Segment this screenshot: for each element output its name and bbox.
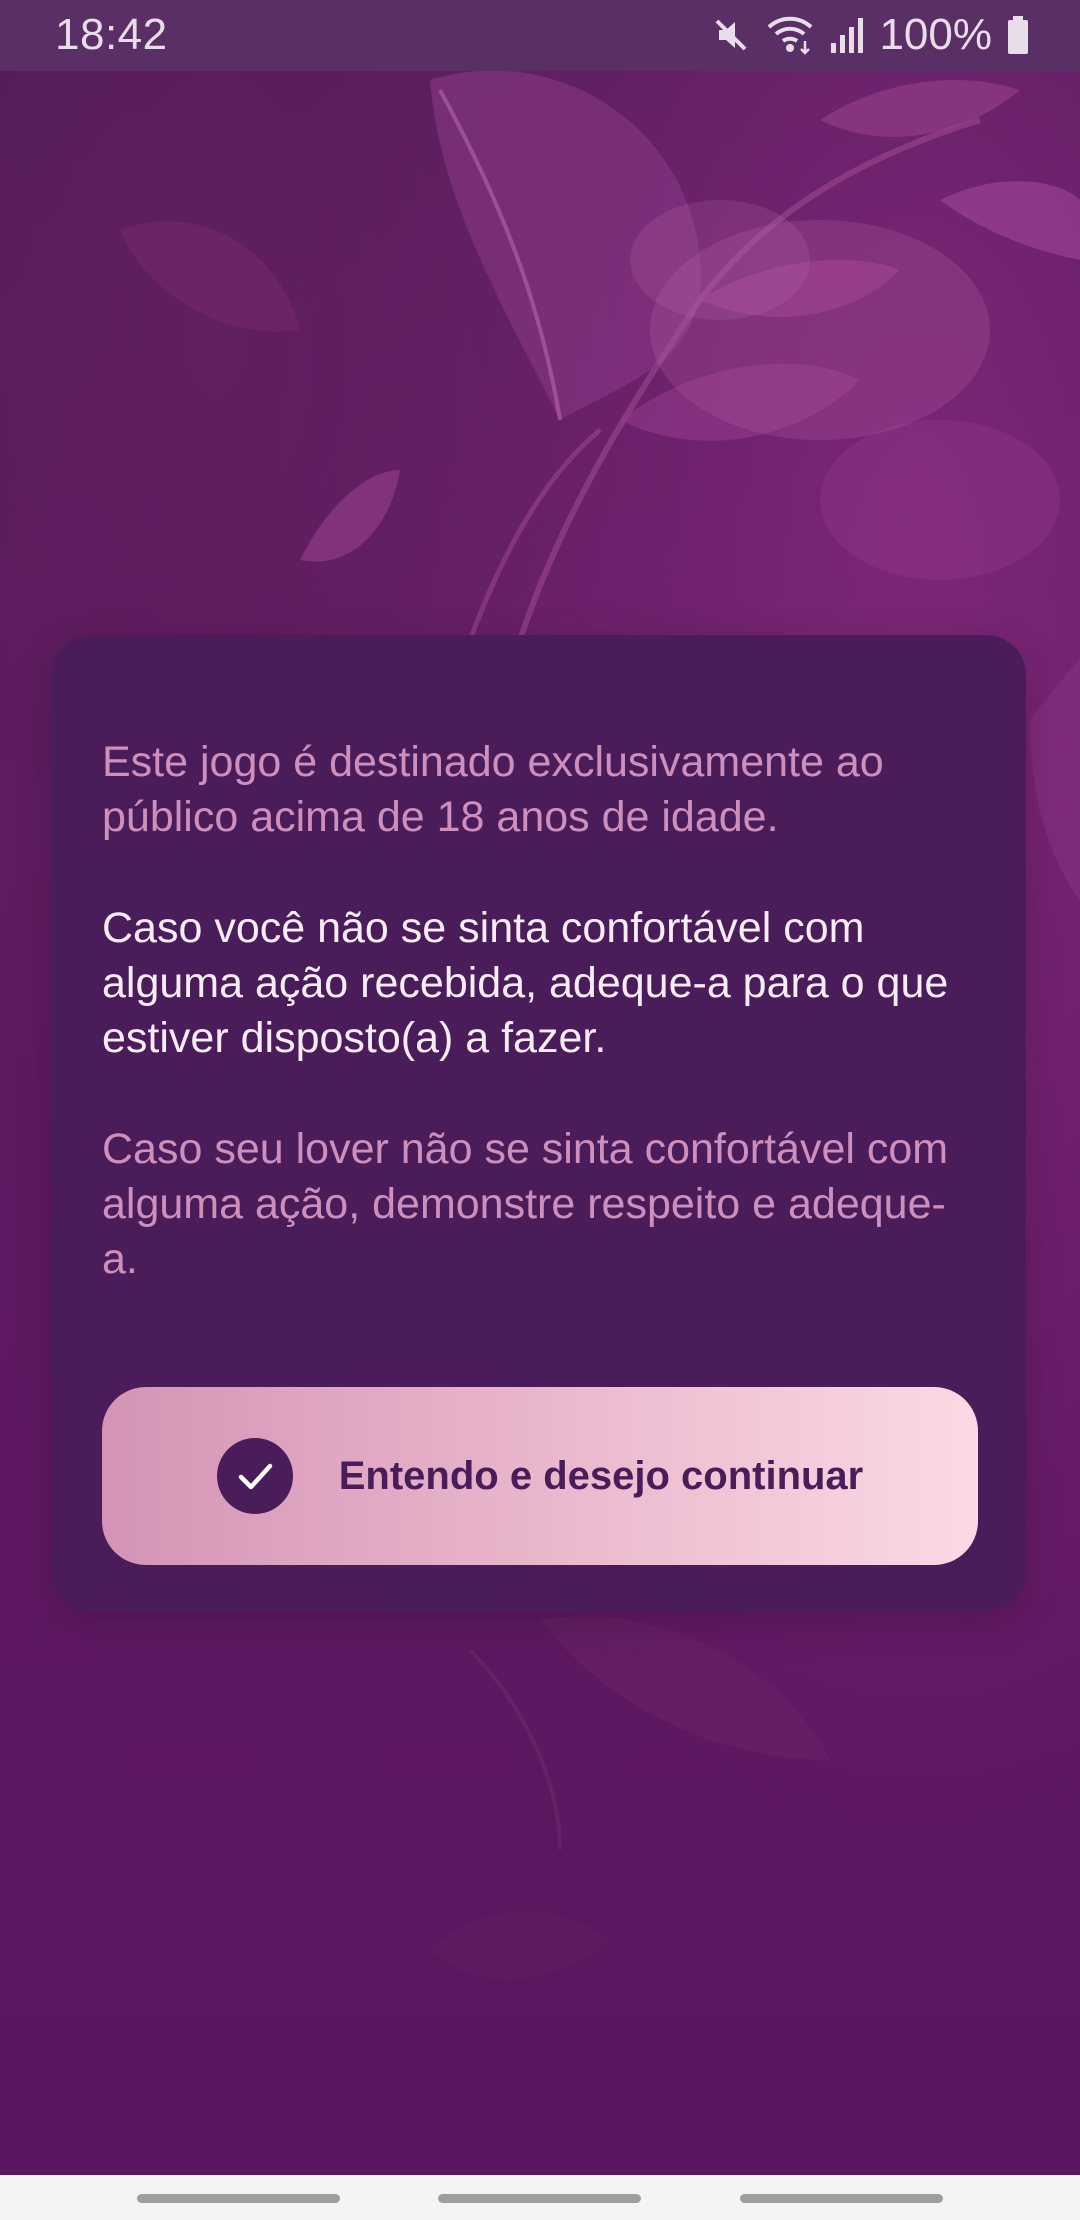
status-icons: 100% (711, 10, 1030, 59)
status-bar: 18:42 100% (0, 0, 1080, 71)
home-pill[interactable] (438, 2194, 641, 2203)
age-restriction-text: Este jogo é destinado exclusivamente ao … (102, 738, 884, 841)
recents-pill[interactable] (137, 2194, 340, 2203)
comfort-adjust-text: Caso você não se sinta confortável com a… (102, 904, 949, 1062)
check-circle (216, 1438, 293, 1514)
check-icon (238, 1463, 272, 1490)
back-pill[interactable] (740, 2194, 943, 2203)
battery-icon (1008, 16, 1028, 54)
battery-percentage: 100% (879, 10, 992, 59)
app-screen: 18:42 100% Este jogo é destinado exclusi… (0, 0, 1080, 2220)
continue-button-label: Entendo e desejo continuar (338, 1453, 864, 1498)
wifi-icon (768, 16, 813, 55)
respect-partner-text: Caso seu lover não se sinta confortável … (102, 1125, 949, 1283)
signal-icon (831, 18, 864, 53)
navigation-bar (0, 2175, 1080, 2220)
continue-button[interactable]: Entendo e desejo continuar (102, 1387, 978, 1565)
mute-icon (716, 19, 747, 51)
age-warning-card: Este jogo é destinado exclusivamente ao … (52, 635, 1026, 1611)
status-time: 18:42 (55, 10, 168, 59)
